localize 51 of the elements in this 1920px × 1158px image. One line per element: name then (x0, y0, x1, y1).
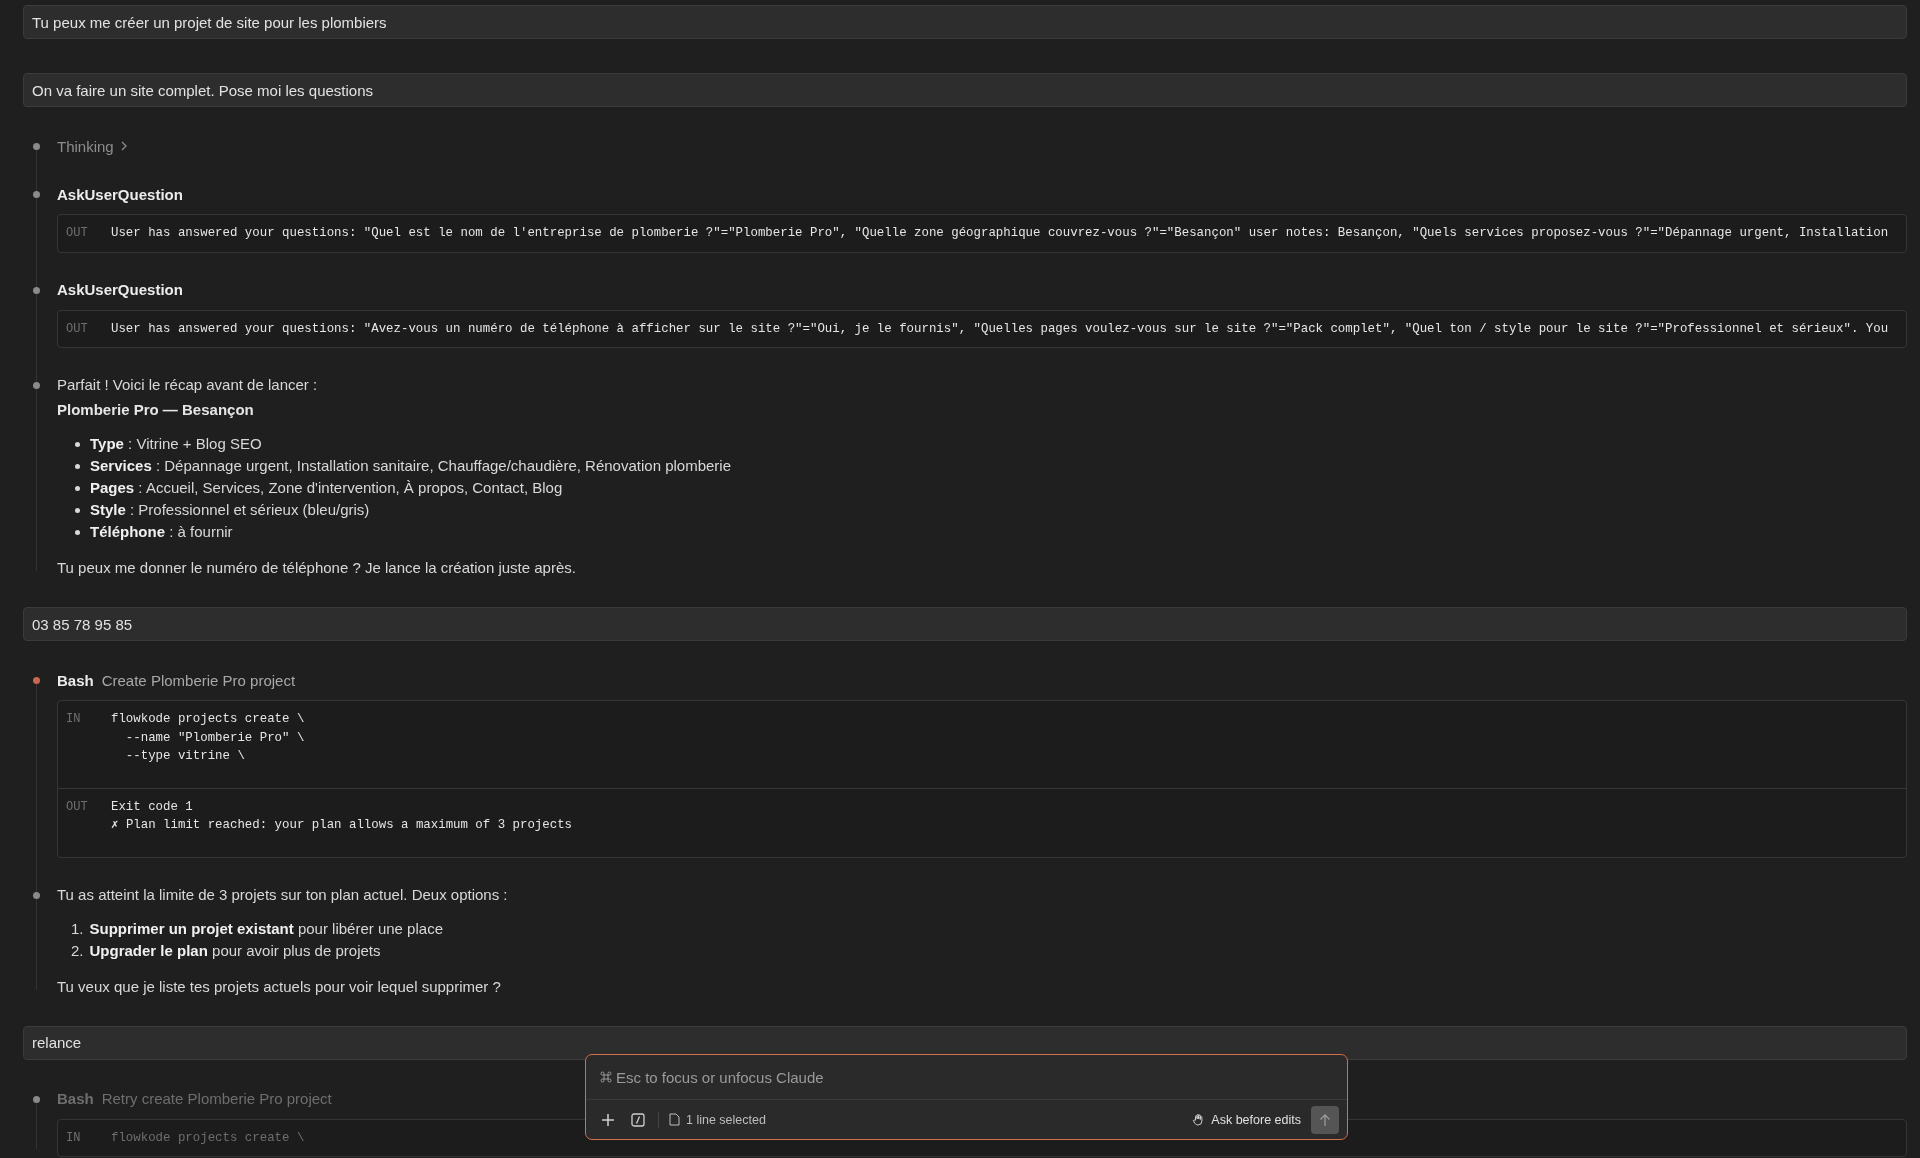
code-text: User has answered your questions: "Avez-vous un numéro de téléphone à afficher sur le site ?"="Oui, je le fournis", "Quelles pages voulez-vous sur le site ?"="Pack complet", "Quel ton / style pour le site ?"="Professionnel et sérieux". You (111, 320, 1890, 338)
list-item-text: Type : Vitrine + Blog SEO (90, 434, 262, 454)
tool-description: Retry create Plomberie Pro project (101, 1090, 332, 1107)
file-icon (669, 1113, 680, 1126)
command-key-icon (600, 1071, 612, 1083)
list-item-text: Téléphone : à fournir (90, 522, 233, 542)
message-input[interactable]: Esc to focus or unfocus Claude (616, 1068, 1333, 1086)
selection-label: 1 line selected (686, 1112, 766, 1127)
tool-name: Bash (57, 671, 94, 689)
user-message: 03 85 78 95 85 (23, 607, 1907, 641)
bullet-icon (75, 485, 80, 491)
message-paragraph: Tu as atteint la limite de 3 projets sur ton plan actuel. Deux options : (57, 884, 509, 905)
tool-name: AskUserQuestion (57, 185, 183, 203)
section-tag: OUT (66, 797, 111, 816)
user-message: On va faire un site complet. Pose moi les questions (23, 73, 1907, 107)
bullet-icon (75, 441, 80, 447)
list-number: 1. (71, 918, 84, 939)
send-button[interactable] (1311, 1105, 1339, 1134)
tool-name: Bash (57, 1090, 94, 1107)
user-message: relance (23, 1025, 1907, 1060)
code-text: Exit code 1 ✗ Plan limit reached: your plan allows a maximum of 3 projects (111, 798, 574, 834)
chevron-icon (119, 141, 128, 151)
message-heading: Plomberie Pro — Besançon (57, 400, 255, 420)
tool-name: AskUserQuestion (57, 281, 183, 298)
plus-icon (601, 1112, 615, 1127)
list-item-text: Services : Dépannage urgent, Installation sanitaire, Chauffage/chaudière, Rénovation plomberie (90, 456, 731, 476)
bullet-icon (75, 507, 80, 513)
section-tag: IN (66, 1128, 111, 1147)
section-tag: OUT (66, 319, 111, 338)
message-paragraph: Parfait ! Voici le récap avant de lancer : (57, 375, 319, 395)
list-item-text: Pages : Accueil, Services, Zone d'intervention, À propos, Contact, Blog (90, 478, 563, 498)
bullet-icon (75, 463, 80, 469)
code-text: flowkode projects create \ --name "Plomberie Pro" \ --type vitrine \ (111, 711, 306, 765)
list-number: 2. (71, 940, 84, 961)
list-item-text: Supprimer un projet existant pour libérer une place (89, 918, 443, 939)
message-paragraph: Tu veux que je liste tes projets actuels pour voir lequel supprimer ? (57, 976, 502, 997)
bullet-icon (75, 529, 80, 535)
tool-description: Create Plomberie Pro project (101, 671, 296, 689)
arrow-up-icon (1319, 1112, 1331, 1127)
slash-box-icon (631, 1112, 645, 1127)
message-paragraph: Tu peux me donner le numéro de téléphone ? Je lance la création juste après. (57, 558, 577, 578)
thinking-toggle[interactable]: Thinking (57, 135, 1907, 157)
edit-mode-button[interactable]: Ask before edits (1192, 1112, 1301, 1127)
hand-icon (1192, 1113, 1206, 1126)
code-text: flowkode projects create \ (111, 1129, 306, 1147)
section-tag: IN (66, 710, 111, 728)
list-item-text: Style : Professionnel et sérieux (bleu/gris) (90, 500, 370, 520)
code-text: User has answered your questions: "Quel est le nom de l'entreprise de plomberie ?"="Plomberie Pro", "Quelle zone géographique couvrez-vous ?"="Besançon" user notes: Besançon, "Quels services proposez-vous ?"="Dépannage urgent, Installation (111, 225, 1890, 242)
user-message: Tu peux me créer un projet de site pour les plombiers (23, 5, 1907, 39)
list-item-text: Upgrader le plan pour avoir plus de projets (89, 940, 381, 961)
section-tag: OUT (66, 224, 111, 242)
